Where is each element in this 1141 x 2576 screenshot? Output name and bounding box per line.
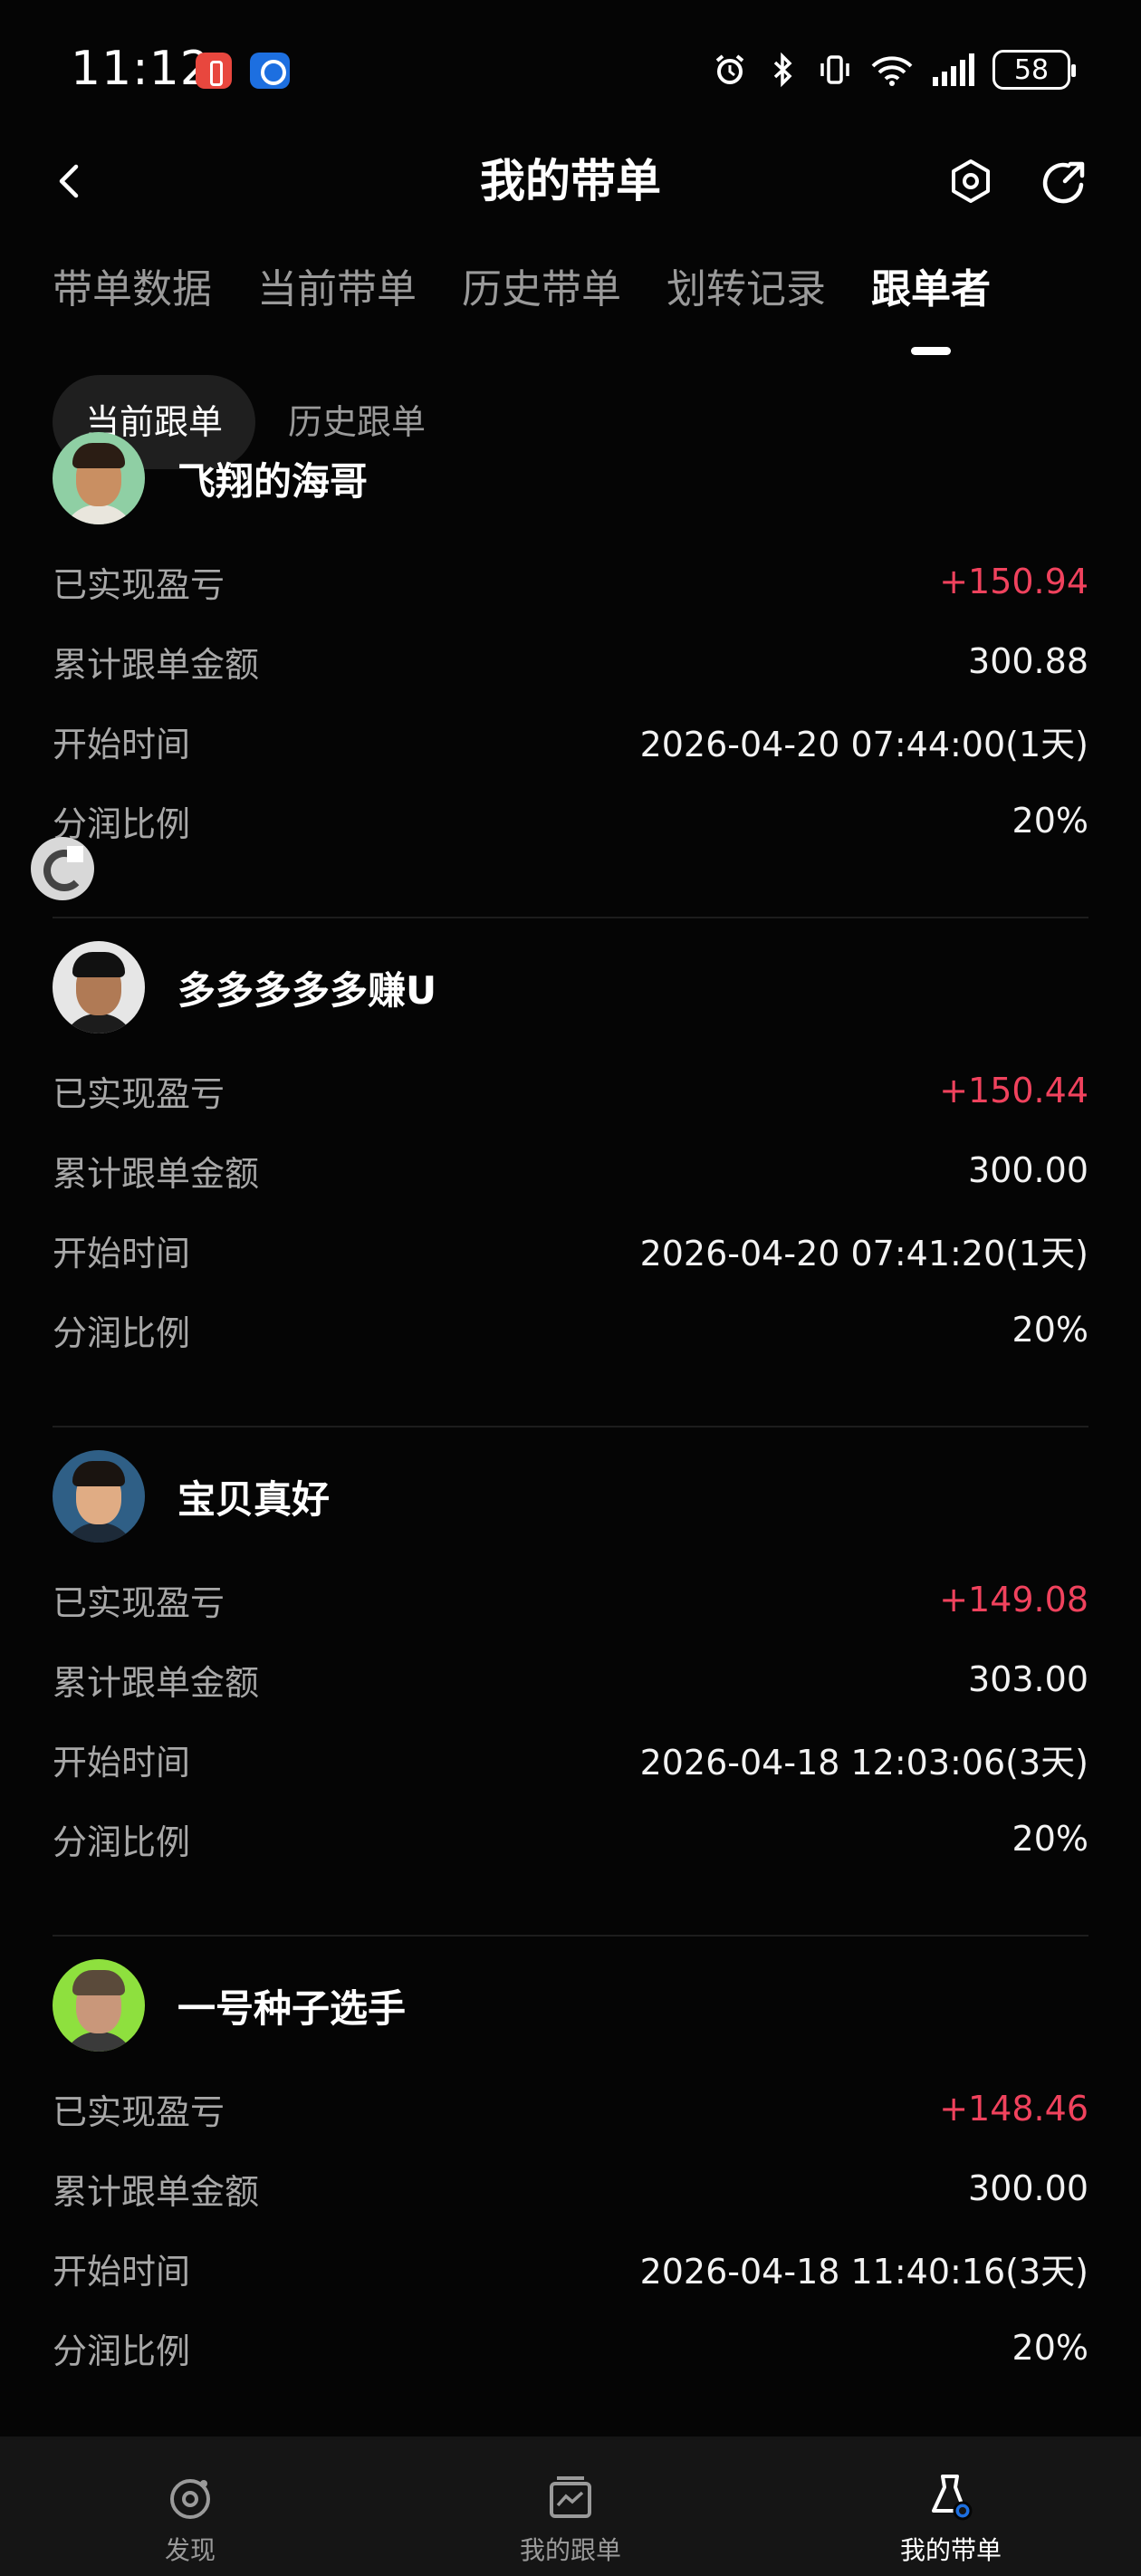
start-time-row: 开始时间 2026-04-20 07:44:00(1天) xyxy=(53,714,1088,768)
realized-pnl-label: 已实现盈亏 xyxy=(53,1073,225,1114)
avatar xyxy=(53,1450,145,1543)
share-ratio-value: 20% xyxy=(1012,1310,1088,1350)
realized-pnl-row: 已实现盈亏 +150.44 xyxy=(53,1063,1088,1118)
notification-app-icon xyxy=(196,53,232,89)
tab-followers[interactable]: 跟单者 xyxy=(871,263,991,355)
realized-pnl-row: 已实现盈亏 +149.08 xyxy=(53,1572,1088,1627)
total-amount-row: 累计跟单金额 300.00 xyxy=(53,1143,1088,1197)
total-amount-label: 累计跟单金额 xyxy=(53,644,260,685)
start-time-value: 2026-04-20 07:41:20(1天) xyxy=(639,1233,1088,1274)
tab-transfer-records[interactable]: 划转记录 xyxy=(666,263,826,335)
total-amount-value: 300.88 xyxy=(968,641,1088,681)
total-amount-value: 300.00 xyxy=(968,1150,1088,1190)
nav-item-discover[interactable]: 发现 xyxy=(0,2437,380,2576)
total-amount-value: 300.00 xyxy=(968,2168,1088,2208)
start-time-value: 2026-04-18 12:03:06(3天) xyxy=(639,1742,1088,1783)
total-amount-value: 303.00 xyxy=(968,1659,1088,1699)
nav-item-my-copy-trades[interactable]: 我的跟单 xyxy=(380,2437,761,2576)
total-amount-label: 累计跟单金额 xyxy=(53,1153,260,1194)
realized-pnl-value: +150.44 xyxy=(939,1071,1088,1110)
nav-label: 发现 xyxy=(164,2535,216,2565)
total-amount-row: 累计跟单金额 300.00 xyxy=(53,2161,1088,2216)
share-ratio-row: 分润比例 20% xyxy=(53,1812,1088,1866)
follower-card[interactable]: 多多多多多赚U 已实现盈亏 +150.44 累计跟单金额 300.00 开始时间… xyxy=(53,918,1088,1427)
bluetooth-icon xyxy=(773,52,792,88)
follower-name: 宝贝真好 xyxy=(177,1476,331,1522)
tab-history-lead[interactable]: 历史带单 xyxy=(462,263,621,335)
floating-assist-button[interactable] xyxy=(31,837,94,900)
page: 11:12 58 我的带单 带单数据 当前带单 历史带单 划转记录 跟单者 当前… xyxy=(0,0,1141,2576)
signal-icon xyxy=(933,53,974,86)
share-ratio-label: 分润比例 xyxy=(53,2331,191,2371)
nav-item-my-lead-trades[interactable]: 我的带单 xyxy=(761,2437,1141,2576)
copy-trade-icon xyxy=(550,2476,591,2518)
follower-header: 宝贝真好 xyxy=(53,1449,330,1543)
start-time-row: 开始时间 2026-04-18 11:40:16(3天) xyxy=(53,2241,1088,2295)
discover-icon xyxy=(170,2479,210,2519)
follower-name: 飞翔的海哥 xyxy=(177,458,369,504)
notification-app-icon-2 xyxy=(250,53,290,89)
tab-current-lead[interactable]: 当前带单 xyxy=(257,263,417,335)
status-time: 11:12 xyxy=(71,42,211,96)
start-time-label: 开始时间 xyxy=(53,1742,191,1783)
share-ratio-label: 分润比例 xyxy=(53,1312,191,1353)
bottom-nav: 发现 我的跟单 我的带单 xyxy=(0,2437,1141,2576)
main-tabs: 带单数据 当前带单 历史带单 划转记录 跟单者 xyxy=(53,263,1036,355)
header: 我的带单 xyxy=(0,136,1141,226)
vibrate-icon xyxy=(820,55,849,84)
realized-pnl-label: 已实现盈亏 xyxy=(53,2091,225,2132)
status-bar: 11:12 58 xyxy=(0,0,1141,136)
realized-pnl-label: 已实现盈亏 xyxy=(53,1582,225,1623)
share-ratio-value: 20% xyxy=(1012,1819,1088,1859)
follower-header: 多多多多多赚U xyxy=(53,940,436,1034)
realized-pnl-value: +149.08 xyxy=(939,1580,1088,1620)
share-ratio-label: 分润比例 xyxy=(53,1821,191,1862)
share-icon[interactable] xyxy=(1036,156,1090,210)
follower-list: 飞翔的海哥 已实现盈亏 +150.94 累计跟单金额 300.88 开始时间 2… xyxy=(53,432,1088,2446)
realized-pnl-value: +150.94 xyxy=(939,562,1088,601)
realized-pnl-value: +148.46 xyxy=(939,2089,1088,2129)
share-ratio-row: 分润比例 20% xyxy=(53,2321,1088,2375)
avatar xyxy=(53,941,145,1033)
alarm-icon xyxy=(715,54,744,84)
follower-card[interactable]: 一号种子选手 已实现盈亏 +148.46 累计跟单金额 300.00 开始时间 … xyxy=(53,1937,1088,2446)
total-amount-row: 累计跟单金额 303.00 xyxy=(53,1652,1088,1706)
tab-lead-data[interactable]: 带单数据 xyxy=(53,263,212,335)
realized-pnl-row: 已实现盈亏 +150.94 xyxy=(53,554,1088,609)
follower-header: 一号种子选手 xyxy=(53,1958,406,2052)
share-ratio-row: 分润比例 20% xyxy=(53,793,1088,848)
start-time-value: 2026-04-18 11:40:16(3天) xyxy=(639,2251,1088,2292)
status-icons: 58 xyxy=(712,45,1076,94)
settings-icon[interactable] xyxy=(945,156,996,207)
start-time-row: 开始时间 2026-04-20 07:41:20(1天) xyxy=(53,1223,1088,1277)
nav-label: 我的带单 xyxy=(899,2535,1002,2565)
share-ratio-row: 分润比例 20% xyxy=(53,1302,1088,1357)
total-amount-label: 累计跟单金额 xyxy=(53,2171,260,2212)
lead-trade-icon xyxy=(932,2475,973,2521)
start-time-label: 开始时间 xyxy=(53,724,191,764)
avatar xyxy=(53,432,145,524)
battery-indicator: 58 xyxy=(992,50,1076,90)
total-amount-row: 累计跟单金额 300.88 xyxy=(53,634,1088,688)
share-ratio-value: 20% xyxy=(1012,801,1088,841)
start-time-value: 2026-04-20 07:44:00(1天) xyxy=(639,724,1088,764)
follower-card[interactable]: 飞翔的海哥 已实现盈亏 +150.94 累计跟单金额 300.88 开始时间 2… xyxy=(53,409,1088,918)
total-amount-label: 累计跟单金额 xyxy=(53,1662,260,1703)
nav-label: 我的跟单 xyxy=(519,2535,621,2565)
start-time-label: 开始时间 xyxy=(53,1233,191,1274)
follower-name: 多多多多多赚U xyxy=(177,967,437,1013)
avatar xyxy=(53,1959,145,2052)
follower-header: 飞翔的海哥 xyxy=(53,431,368,525)
start-time-row: 开始时间 2026-04-18 12:03:06(3天) xyxy=(53,1732,1088,1786)
follower-card[interactable]: 宝贝真好 已实现盈亏 +149.08 累计跟单金额 303.00 开始时间 20… xyxy=(53,1427,1088,1937)
start-time-label: 开始时间 xyxy=(53,2251,191,2292)
share-ratio-value: 20% xyxy=(1012,2328,1088,2368)
realized-pnl-label: 已实现盈亏 xyxy=(53,564,225,605)
follower-name: 一号种子选手 xyxy=(177,1985,407,2031)
wifi-icon xyxy=(871,56,913,86)
realized-pnl-row: 已实现盈亏 +148.46 xyxy=(53,2081,1088,2136)
